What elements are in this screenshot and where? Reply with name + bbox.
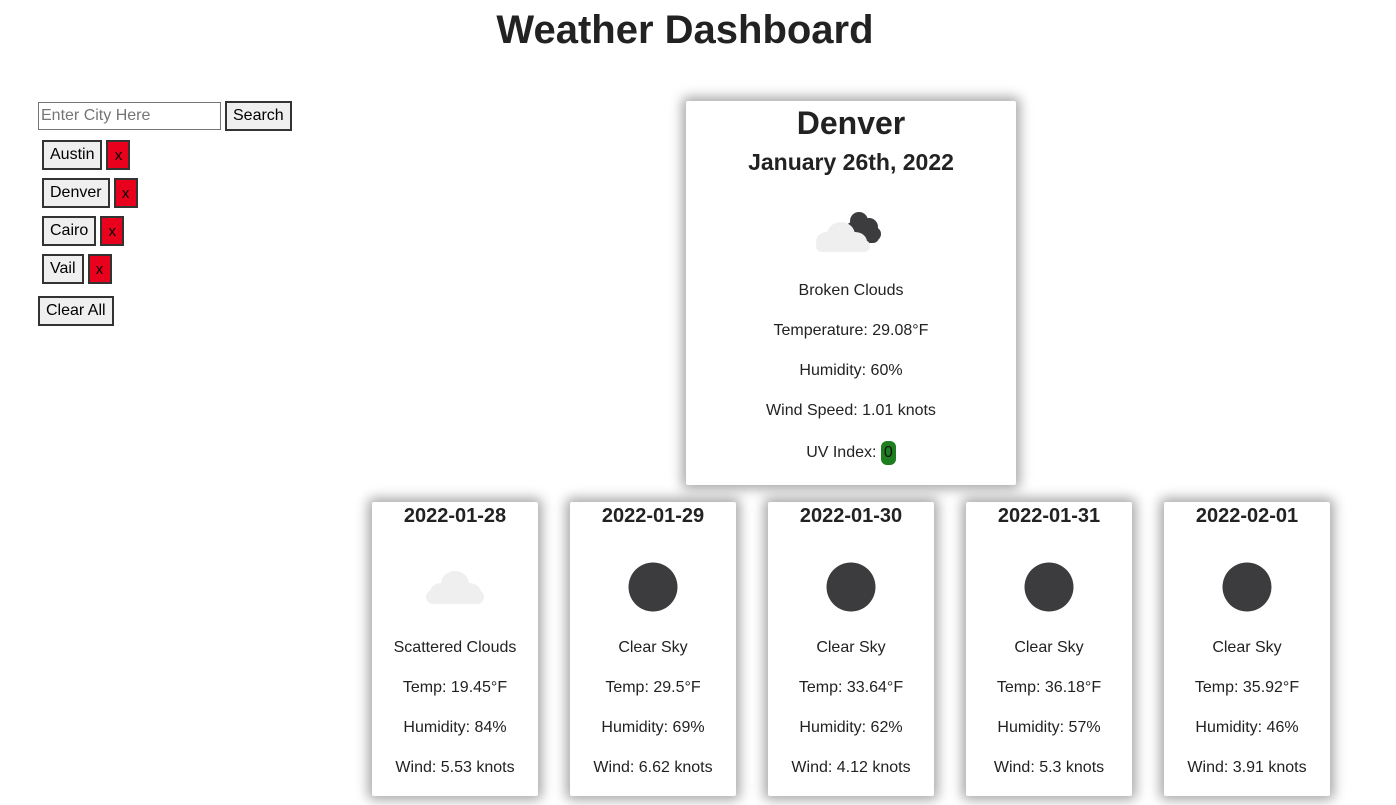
forecast-date: 2022-01-31 (997, 505, 1101, 527)
forecast-temp: Temp: 19.45°F (402, 679, 508, 696)
forecast-humidity: Humidity: 69% (601, 719, 705, 736)
clear-sky-night-icon (1212, 562, 1282, 612)
current-city-name: Denver (796, 105, 906, 141)
current-weather-card: Denver January 26th, 2022 Broken Clouds … (686, 101, 1016, 485)
current-date: January 26th, 2022 (748, 149, 954, 175)
forecast-wind: Wind: 4.12 knots (791, 759, 911, 776)
forecast-temp: Temp: 29.5°F (605, 679, 701, 696)
forecast-card: 2022-02-01 Clear Sky Temp: 35.92°F Humid… (1164, 502, 1330, 796)
delete-city-button-austin[interactable]: x (106, 140, 131, 170)
city-button-cairo[interactable]: Cairo (42, 216, 97, 246)
forecast-wind: Wind: 3.91 knots (1187, 759, 1307, 776)
history-item-denver: Denver x (42, 178, 338, 208)
forecast-wind: Wind: 5.53 knots (395, 759, 515, 776)
delete-city-button-denver[interactable]: x (113, 178, 138, 208)
current-uv-index: UV Index: 0 (686, 441, 1016, 465)
clear-sky-night-icon (618, 562, 688, 612)
forecast-humidity: Humidity: 62% (799, 719, 903, 736)
forecast-date: 2022-01-28 (403, 505, 507, 527)
forecast-temp: Temp: 33.64°F (798, 679, 904, 696)
forecast-card: 2022-01-28 Scattered Clouds Temp: 19.45°… (372, 502, 538, 796)
forecast-card: 2022-01-30 Clear Sky Temp: 33.64°F Humid… (768, 502, 934, 796)
history-item-cairo: Cairo x (42, 216, 338, 246)
city-search-input[interactable] (38, 102, 221, 130)
city-button-denver[interactable]: Denver (42, 178, 110, 208)
forecast-humidity: Humidity: 46% (1195, 719, 1299, 736)
search-row: Search (38, 101, 338, 131)
page-title: Weather Dashboard (496, 8, 874, 52)
search-history-list: Austin x Denver x Cairo x Vail x (42, 140, 338, 284)
current-temperature: Temperature: 29.08°F (773, 322, 929, 339)
sidebar: Search Austin x Denver x Cairo x Vail x … (38, 101, 338, 326)
search-button[interactable]: Search (225, 101, 292, 131)
five-day-forecast: 2022-01-28 Scattered Clouds Temp: 19.45°… (372, 502, 1330, 796)
history-item-vail: Vail x (42, 254, 338, 284)
forecast-description: Scattered Clouds (393, 639, 517, 656)
forecast-temp: Temp: 36.18°F (996, 679, 1102, 696)
current-wind-speed: Wind Speed: 1.01 knots (766, 402, 936, 419)
current-description: Broken Clouds (798, 282, 904, 299)
uv-index-label: UV Index: (806, 444, 877, 461)
forecast-description: Clear Sky (816, 639, 886, 656)
current-humidity: Humidity: 60% (799, 362, 903, 379)
forecast-temp: Temp: 35.92°F (1194, 679, 1300, 696)
city-button-vail[interactable]: Vail (42, 254, 84, 284)
forecast-description: Clear Sky (1014, 639, 1084, 656)
history-item-austin: Austin x (42, 140, 338, 170)
forecast-wind: Wind: 5.3 knots (993, 759, 1105, 776)
forecast-date: 2022-02-01 (1195, 505, 1299, 527)
city-button-austin[interactable]: Austin (42, 140, 103, 170)
broken-clouds-icon (811, 207, 891, 257)
clear-sky-night-icon (1014, 562, 1084, 612)
uv-index-badge: 0 (880, 441, 896, 465)
forecast-date: 2022-01-29 (601, 505, 705, 527)
forecast-wind: Wind: 6.62 knots (593, 759, 713, 776)
forecast-date: 2022-01-30 (799, 505, 903, 527)
delete-city-button-cairo[interactable]: x (100, 216, 125, 246)
scattered-clouds-icon (420, 562, 490, 612)
delete-city-button-vail[interactable]: x (87, 254, 112, 284)
forecast-card: 2022-01-31 Clear Sky Temp: 36.18°F Humid… (966, 502, 1132, 796)
forecast-description: Clear Sky (618, 639, 688, 656)
forecast-humidity: Humidity: 84% (403, 719, 507, 736)
forecast-card: 2022-01-29 Clear Sky Temp: 29.5°F Humidi… (570, 502, 736, 796)
clear-all-button[interactable]: Clear All (38, 296, 114, 326)
forecast-description: Clear Sky (1212, 639, 1282, 656)
clear-sky-night-icon (816, 562, 886, 612)
forecast-humidity: Humidity: 57% (997, 719, 1101, 736)
